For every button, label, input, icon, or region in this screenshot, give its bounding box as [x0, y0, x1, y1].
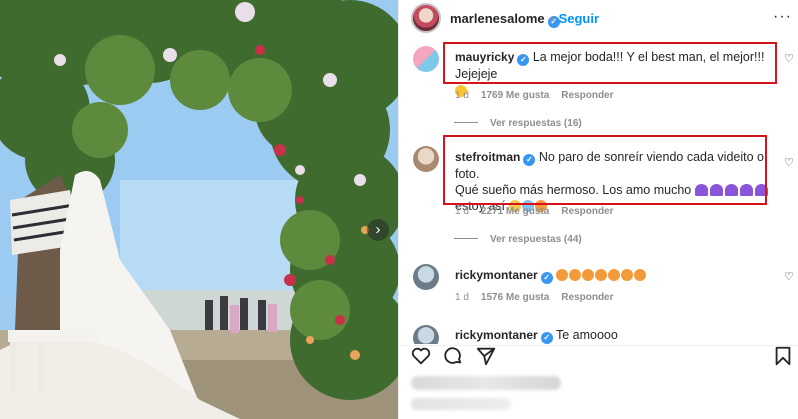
reply-button[interactable]: Responder [561, 292, 613, 303]
author-username-text[interactable]: marlenesalome [450, 11, 545, 26]
author-avatar[interactable] [411, 3, 441, 33]
commenter-avatar[interactable] [413, 264, 439, 290]
author-username[interactable]: marlenesalome ✓ [450, 11, 560, 28]
comment-like-heart-icon[interactable]: ♡ [784, 156, 794, 169]
share-icon[interactable] [475, 345, 497, 367]
comment-age[interactable]: 1 d [455, 90, 469, 101]
commenter-username[interactable]: rickymontaner [455, 328, 538, 342]
comment-like-heart-icon[interactable]: ♡ [784, 52, 794, 65]
wedding-scene-illustration [0, 0, 398, 419]
star-struck-face-icon [569, 269, 582, 281]
commenter-avatar[interactable] [413, 325, 439, 344]
star-struck-face-icon [556, 269, 569, 281]
comment-icon[interactable] [442, 345, 464, 367]
view-replies-label[interactable]: Ver respuestas (16) [490, 118, 582, 129]
comment-body: rickymontaner ✓ [455, 267, 775, 284]
comment-meta: 1 d 1576 Me gusta Responder [455, 292, 626, 303]
blurred-likes-summary [411, 376, 561, 390]
reply-button[interactable]: Responder [561, 206, 613, 217]
comments-panel: marlenesalome ✓ • Seguir ··· mauyricky ✓ La… [398, 0, 798, 419]
follow-label[interactable]: Seguir [559, 11, 599, 26]
post-actions-bar [399, 345, 798, 367]
view-replies-button[interactable]: Ver respuestas (16) [454, 118, 582, 129]
verified-badge-icon: ✓ [540, 272, 553, 284]
follow-separator: • [550, 11, 555, 26]
comment-age[interactable]: 1 d [455, 292, 469, 303]
star-struck-face-icon [621, 269, 634, 281]
comment-item: rickymontaner ✓ Te amoooo [399, 322, 798, 344]
post-photo[interactable]: › [0, 0, 398, 419]
view-replies-button[interactable]: Ver respuestas (44) [454, 234, 582, 245]
comment-like-heart-icon[interactable]: ♡ [784, 270, 794, 283]
comment-likes[interactable]: 2271 Me gusta [481, 206, 549, 217]
blurred-post-date [411, 398, 511, 410]
replies-line [454, 122, 478, 123]
comment-likes[interactable]: 1769 Me gusta [481, 90, 549, 101]
comment-age[interactable]: 1 d [455, 206, 469, 217]
comment-meta: 1 d 1769 Me gusta Responder [455, 90, 626, 101]
commenter-username[interactable]: rickymontaner [455, 268, 538, 282]
more-options-icon[interactable]: ··· [773, 8, 792, 26]
comment-likes[interactable]: 1576 Me gusta [481, 292, 549, 303]
carousel-next-button[interactable]: › [367, 219, 389, 241]
view-replies-label[interactable]: Ver respuestas (44) [490, 234, 582, 245]
post-header: marlenesalome ✓ • Seguir ··· [399, 0, 798, 36]
comment-meta: 1 d 2271 Me gusta Responder [455, 206, 626, 217]
commenter-avatar[interactable] [413, 46, 439, 72]
follow-button[interactable]: • Seguir [550, 11, 599, 26]
comment-text: Te amoooo [555, 328, 618, 342]
replies-line [454, 238, 478, 239]
star-struck-face-icon [595, 269, 608, 281]
star-struck-face-icon [582, 269, 595, 281]
save-icon[interactable] [772, 345, 794, 367]
like-icon[interactable] [410, 345, 432, 367]
highlight-box-comment-1 [443, 42, 777, 84]
commenter-avatar[interactable] [413, 146, 439, 172]
star-struck-face-icon [608, 269, 621, 281]
highlight-box-comment-2 [443, 135, 767, 205]
star-struck-face-icon [634, 269, 647, 281]
reply-button[interactable]: Responder [561, 90, 613, 101]
verified-badge-icon: ✓ [540, 332, 553, 344]
comment-body: rickymontaner ✓ Te amoooo [455, 327, 775, 344]
